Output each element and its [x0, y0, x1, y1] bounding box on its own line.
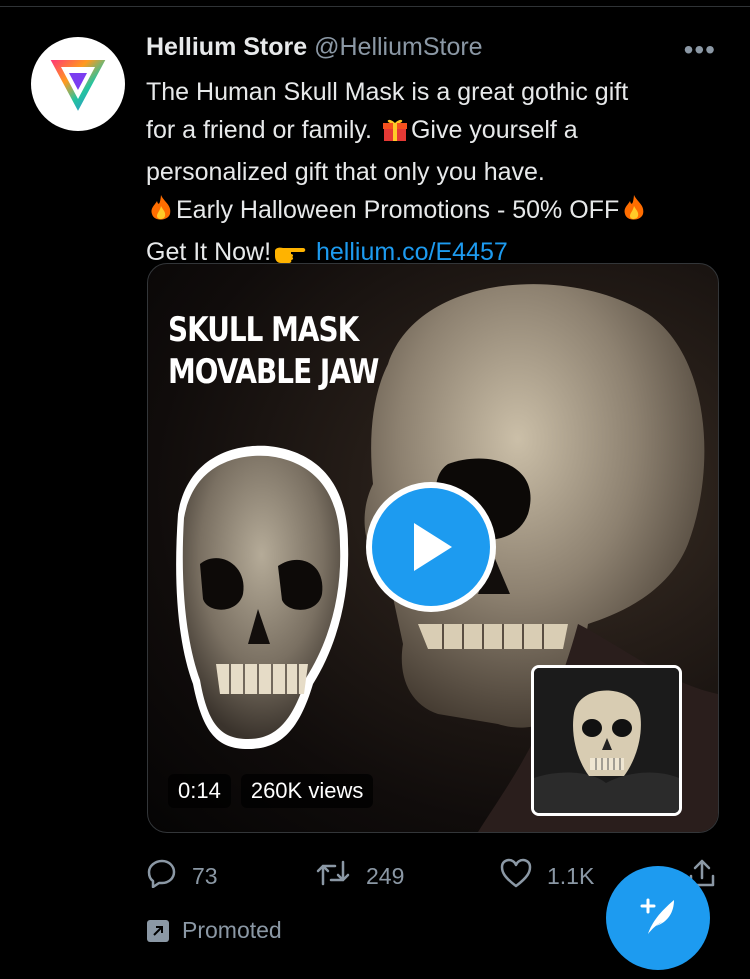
more-icon[interactable]: •••: [684, 34, 716, 66]
video-title: SKULL MASK MOVABLE JAW: [168, 309, 379, 393]
tweet-line: The Human Skull Mask is a great gothic g…: [146, 78, 629, 106]
video-stats: 0:14 260K views: [168, 774, 374, 808]
play-icon: [372, 488, 490, 606]
play-button[interactable]: [366, 482, 496, 612]
author-handle[interactable]: @HelliumStore: [314, 33, 482, 61]
like-count: 1.1K: [547, 862, 595, 889]
avatar[interactable]: [31, 37, 125, 131]
video-views: 260K views: [240, 774, 374, 808]
tweet-line: for a friend or family. Give yourself a: [146, 112, 721, 155]
video-title-line: SKULL MASK: [168, 310, 359, 350]
video-title-line: MOVABLE JAW: [168, 352, 379, 392]
compose-icon: [634, 892, 682, 945]
tweet-line: Early Halloween Promotions - 50% OFF: [146, 192, 721, 235]
reply-count: 73: [192, 862, 218, 889]
video-card[interactable]: SKULL MASK MOVABLE JAW 0:14 260K views: [147, 263, 719, 833]
reply-icon: [147, 858, 177, 894]
promoted-text: Promoted: [182, 917, 282, 943]
tweet-text-segment: Early Halloween Promotions - 50% OFF: [176, 195, 620, 224]
gift-emoji-icon: [381, 115, 409, 155]
tweet-line: personalized gift that only you have.: [146, 158, 545, 186]
tweet-text: The Human Skull Mask is a great gothic g…: [146, 74, 721, 277]
compose-button[interactable]: [606, 866, 710, 970]
tweet-text-segment: Get It Now!: [146, 238, 272, 266]
promoted-label: Promoted: [147, 917, 282, 944]
tweet-link[interactable]: hellium.co/E4457: [316, 238, 508, 266]
promoted-icon: [147, 919, 169, 942]
tweet-text-segment: for a friend or family.: [146, 115, 379, 144]
like-icon: [500, 858, 532, 894]
like-button[interactable]: 1.1K: [500, 858, 594, 894]
mini-thumbnail: [531, 665, 682, 816]
retweet-count: 249: [366, 862, 405, 889]
reply-button[interactable]: 73: [147, 858, 218, 894]
brand-logo: [47, 58, 109, 116]
divider: [0, 6, 750, 7]
author-name[interactable]: Hellium Store: [146, 33, 307, 61]
retweet-icon: [315, 858, 351, 894]
tweet-header: Hellium Store @HelliumStore: [146, 33, 483, 62]
fire-emoji-icon: [148, 193, 174, 235]
retweet-button[interactable]: 249: [315, 858, 404, 894]
tweet-text-segment: Give yourself a: [410, 115, 578, 144]
video-duration: 0:14: [168, 774, 231, 808]
fire-emoji-icon: [621, 193, 647, 235]
